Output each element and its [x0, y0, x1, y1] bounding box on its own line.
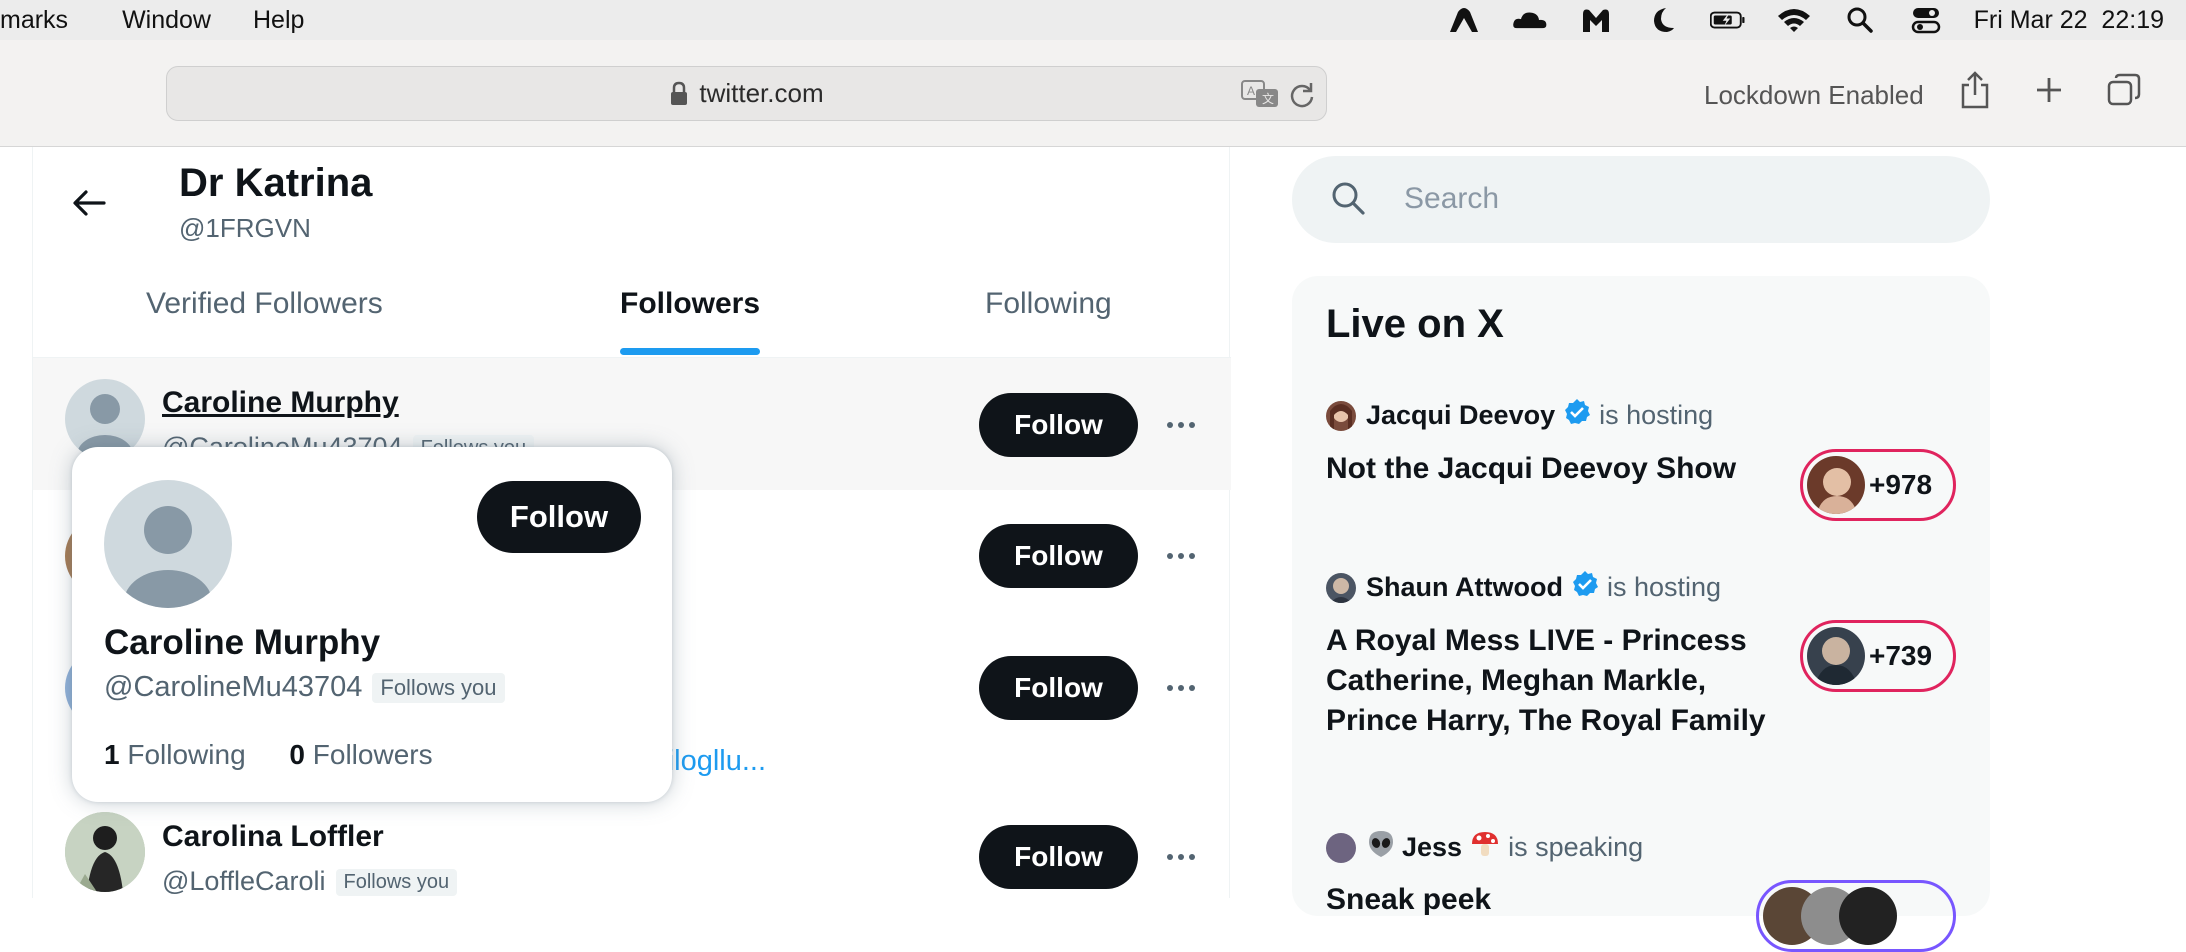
follow-button[interactable]: Follow — [979, 524, 1138, 588]
menubar-clock[interactable]: Fri Mar 22 22:19 — [1974, 6, 2164, 35]
space-title[interactable]: Sneak peek — [1326, 880, 1776, 920]
avatar — [1326, 400, 1356, 431]
url-text: twitter.com — [699, 78, 824, 108]
translate-icon[interactable]: A文 — [1240, 79, 1280, 116]
user-name[interactable]: Caroline Murphy — [104, 623, 380, 663]
space-join-pill[interactable]: +978 — [1800, 449, 1956, 521]
lock-icon — [671, 81, 688, 105]
page-title: Dr Katrina — [179, 161, 373, 205]
menu-item-bookmarks[interactable]: marks — [0, 6, 68, 35]
tab-following[interactable]: Following — [985, 287, 1112, 321]
follow-button[interactable]: Follow — [979, 656, 1138, 720]
list-item[interactable]: Carolina Loffler @LoffleCaroli Follows yo… — [33, 790, 1231, 922]
avatar — [1807, 627, 1865, 685]
mushroom-icon — [1470, 829, 1500, 866]
menu-item-window[interactable]: Window — [122, 6, 211, 35]
panel-title: Live on X — [1326, 302, 1504, 346]
page-handle: @1FRGVN — [179, 213, 311, 243]
search-box[interactable] — [1292, 156, 1990, 243]
avatar — [1326, 832, 1356, 863]
verified-icon — [1571, 570, 1599, 605]
cloud-icon[interactable] — [1512, 5, 1548, 35]
wifi-icon[interactable] — [1776, 5, 1812, 35]
alien-icon — [1366, 829, 1396, 866]
live-on-x-panel: Live on X Jacqui Deevoy is hosting Not t… — [1292, 276, 1990, 952]
more-icon[interactable] — [1163, 839, 1199, 875]
browser-toolbar: twitter.com A文 Lockdown Enabled — [0, 40, 2186, 147]
share-icon[interactable] — [1955, 70, 1995, 110]
follow-button[interactable]: Follow — [979, 393, 1138, 457]
avatar — [1839, 887, 1897, 945]
tab-verified-followers[interactable]: Verified Followers — [146, 287, 383, 321]
more-icon[interactable] — [1163, 407, 1199, 443]
follow-button[interactable]: Follow — [477, 481, 641, 553]
search-icon[interactable] — [1842, 5, 1878, 35]
space-join-pill[interactable]: +739 — [1800, 620, 1956, 692]
avatar[interactable] — [104, 480, 232, 608]
search-icon — [1328, 178, 1368, 223]
follow-stats: 1 Following 0 Followers — [104, 739, 433, 771]
verified-icon — [1563, 398, 1591, 433]
listener-count: +739 — [1869, 640, 1933, 671]
tab-overview-icon[interactable] — [2104, 70, 2144, 110]
user-name[interactable]: Caroline Murphy — [162, 386, 399, 420]
followers-stat[interactable]: 0 Followers — [289, 739, 432, 770]
follows-you-badge: Follows you — [335, 869, 458, 897]
moon-icon[interactable] — [1644, 5, 1680, 35]
user-name[interactable]: Carolina Loffler — [162, 820, 384, 854]
profile-hover-card[interactable]: Follow Caroline Murphy @CarolineMu43704 F… — [72, 447, 672, 802]
active-tab-indicator — [620, 348, 760, 355]
reload-icon[interactable] — [1288, 81, 1316, 116]
svg-text:A: A — [1247, 84, 1255, 98]
more-icon[interactable] — [1163, 670, 1199, 706]
menu-bar: marks Window Help Fri Mar 22 22:19 — [0, 0, 2186, 40]
avatar — [1807, 456, 1865, 514]
space-host[interactable]: Shaun Attwood is hosting — [1326, 570, 1721, 605]
space-title[interactable]: Not the Jacqui Deevoy Show — [1326, 449, 1776, 489]
follows-you-badge: Follows you — [372, 673, 505, 704]
space-host[interactable]: Jess is speaking — [1326, 829, 1643, 866]
malwarebytes-icon[interactable] — [1578, 5, 1614, 35]
status-app-icon[interactable] — [1446, 5, 1482, 35]
user-handle[interactable]: @LoffleCaroli Follows you — [162, 866, 458, 897]
svg-text:文: 文 — [1262, 91, 1274, 106]
more-icon[interactable] — [1163, 538, 1199, 574]
user-handle[interactable]: @CarolineMu43704Follows you — [104, 671, 505, 704]
listener-count: +978 — [1869, 469, 1933, 500]
avatar[interactable] — [65, 812, 145, 892]
battery-icon[interactable] — [1709, 5, 1746, 35]
lockdown-mode-indicator[interactable]: Lockdown Enabled — [1704, 80, 1924, 111]
follow-button[interactable]: Follow — [979, 825, 1138, 889]
new-tab-icon[interactable] — [2029, 70, 2069, 110]
following-stat[interactable]: 1 Following — [104, 739, 246, 770]
space-title[interactable]: A Royal Mess LIVE - Princess Catherine, … — [1326, 621, 1776, 741]
search-input[interactable] — [1404, 174, 1924, 224]
control-center-icon[interactable] — [1908, 5, 1944, 35]
menu-item-help[interactable]: Help — [253, 6, 304, 35]
space-join-pill[interactable] — [1756, 880, 1956, 952]
tab-followers[interactable]: Followers — [620, 287, 760, 321]
address-bar[interactable]: twitter.com A文 — [166, 66, 1327, 121]
avatar — [1326, 572, 1356, 603]
space-host[interactable]: Jacqui Deevoy is hosting — [1326, 398, 1713, 433]
back-arrow-icon[interactable] — [67, 181, 111, 225]
